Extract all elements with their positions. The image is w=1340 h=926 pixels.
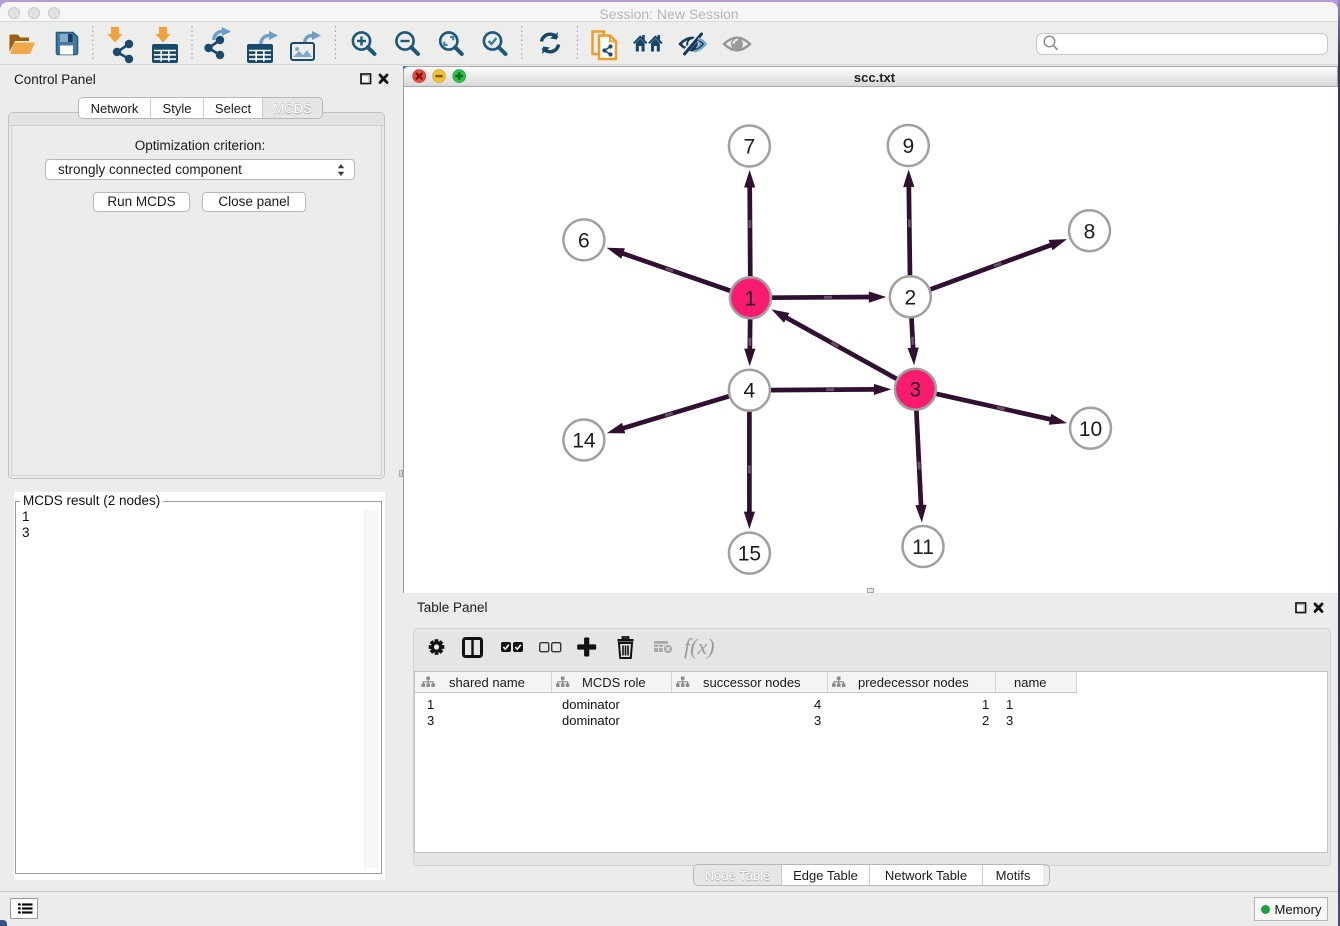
- svg-text:8: 8: [1084, 220, 1096, 243]
- svg-text:11: 11: [912, 536, 934, 559]
- svg-text:9: 9: [902, 135, 914, 158]
- svg-text:6: 6: [578, 229, 590, 252]
- svg-text:f(x): f(x): [684, 634, 715, 659]
- svg-text:10: 10: [1079, 418, 1102, 441]
- svg-text:14: 14: [572, 430, 596, 453]
- svg-text:15: 15: [738, 543, 761, 566]
- svg-text:4: 4: [744, 380, 756, 403]
- svg-text:2: 2: [904, 286, 916, 309]
- svg-text:7: 7: [744, 136, 756, 159]
- svg-text:1: 1: [745, 287, 757, 310]
- svg-text:3: 3: [910, 379, 922, 402]
